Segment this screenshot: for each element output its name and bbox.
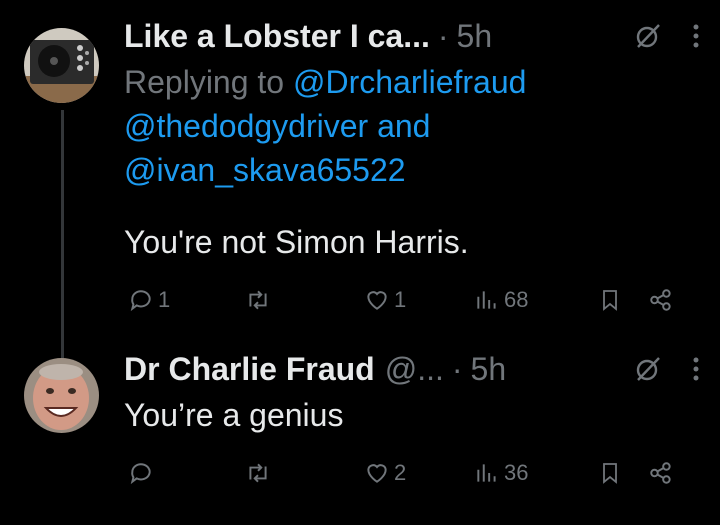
more-icon[interactable] xyxy=(692,355,700,383)
replying-to: Replying to @Drcharliefraud @thedodgydri… xyxy=(124,60,684,192)
grok-icon[interactable] xyxy=(634,355,662,383)
display-name[interactable]: Like a Lobster I ca... xyxy=(124,18,430,55)
mention-link[interactable]: @Drcharliefraud xyxy=(293,64,526,100)
tweet-header: Dr Charlie Fraud @... · 5h xyxy=(124,349,700,389)
reply-icon xyxy=(130,290,151,312)
views-button[interactable]: 68 xyxy=(474,287,528,313)
like-count: 1 xyxy=(394,287,407,312)
like-button[interactable]: 2 xyxy=(364,460,406,486)
reply-count: 1 xyxy=(158,287,171,312)
reply-button[interactable]: 1 xyxy=(128,287,170,313)
share-button[interactable] xyxy=(648,460,674,486)
replying-prefix: Replying to xyxy=(124,64,293,100)
mention-link[interactable]: @ivan_skava65522 xyxy=(124,152,406,188)
timestamp[interactable]: 5h xyxy=(471,351,507,388)
timestamp[interactable]: 5h xyxy=(457,18,493,55)
more-icon[interactable] xyxy=(692,22,700,50)
bookmark-icon xyxy=(603,290,617,311)
views-icon xyxy=(477,291,496,309)
bookmark-button[interactable] xyxy=(598,287,622,313)
like-icon xyxy=(367,464,387,483)
views-button[interactable]: 36 xyxy=(474,460,528,486)
reply-button[interactable] xyxy=(128,460,158,486)
like-button[interactable]: 1 xyxy=(364,287,406,313)
user-handle[interactable]: @... xyxy=(385,351,444,388)
thread-line xyxy=(61,110,64,360)
view-count: 68 xyxy=(504,287,529,312)
action-bar: 2 36 xyxy=(124,453,680,493)
mention-link[interactable]: @thedodgydriver xyxy=(124,108,368,144)
like-icon xyxy=(367,291,387,310)
retweet-icon xyxy=(249,463,267,483)
view-count: 36 xyxy=(504,460,529,485)
bookmark-icon xyxy=(603,463,617,484)
retweet-icon xyxy=(249,290,267,310)
tweet-text: You’re a genius xyxy=(124,397,344,433)
tweet-text: You're not Simon Harris. xyxy=(124,224,469,260)
share-button[interactable] xyxy=(648,287,674,313)
views-icon xyxy=(477,464,496,482)
tweet-header: Like a Lobster I ca... · 5h xyxy=(124,16,700,56)
and-text[interactable]: and xyxy=(368,108,430,144)
like-count: 2 xyxy=(394,460,407,485)
avatar-face[interactable] xyxy=(24,358,99,433)
separator-dot: · xyxy=(451,350,463,387)
reply-icon xyxy=(130,463,151,485)
avatar-turntable[interactable] xyxy=(24,28,99,103)
separator-dot: · xyxy=(437,17,449,54)
tweet-reply-2[interactable]: Dr Charlie Fraud @... · 5h You’re a geni… xyxy=(0,335,720,525)
grok-icon[interactable] xyxy=(634,22,662,50)
retweet-button[interactable] xyxy=(244,460,276,486)
bookmark-button[interactable] xyxy=(598,460,622,486)
display-name[interactable]: Dr Charlie Fraud xyxy=(124,351,375,388)
action-bar: 1 1 68 xyxy=(124,280,680,320)
share-icon xyxy=(650,289,671,311)
retweet-button[interactable] xyxy=(244,287,276,313)
share-icon xyxy=(650,462,671,484)
tweet-reply-1[interactable]: Like a Lobster I ca... · 5h Replying to … xyxy=(0,0,720,360)
